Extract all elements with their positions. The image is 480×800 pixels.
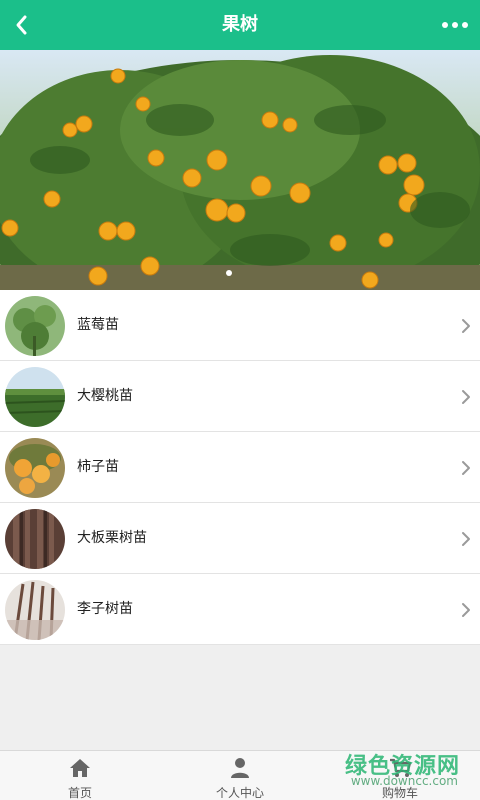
blueberry-seedling-thumbnail [5, 296, 65, 356]
fruit-tree-list: 蓝莓苗 大樱桃苗 柿子苗 大板栗树苗 李子树苗 [0, 290, 480, 645]
tab-label: 个人中心 [215, 786, 264, 800]
chevron-right-icon [462, 390, 470, 404]
site-watermark: 绿色资源网 www.downcc.com [340, 748, 480, 800]
list-item-label: 李子树苗 [77, 601, 133, 617]
list-item[interactable]: 李子树苗 [0, 574, 480, 645]
cherry-orchard-thumbnail [5, 367, 65, 427]
chestnut-seedling-thumbnail [5, 509, 65, 569]
page-title: 果树 [222, 14, 258, 35]
list-item-label: 大板栗树苗 [77, 530, 147, 546]
chevron-right-icon [462, 319, 470, 333]
user-icon [231, 758, 249, 778]
more-dots-icon[interactable] [440, 12, 470, 38]
list-item-label: 大樱桃苗 [77, 388, 133, 404]
list-item[interactable]: 柿子苗 [0, 432, 480, 503]
tab-profile[interactable]: 个人中心 [160, 751, 320, 800]
plum-seedling-thumbnail [5, 580, 65, 640]
chevron-right-icon [462, 532, 470, 546]
carousel-indicator[interactable] [226, 270, 232, 276]
persimmon-thumbnail [5, 438, 65, 498]
list-item-label: 柿子苗 [77, 459, 119, 475]
chevron-right-icon [462, 603, 470, 617]
home-icon [70, 759, 90, 777]
list-item[interactable]: 大板栗树苗 [0, 503, 480, 574]
list-item-label: 蓝莓苗 [77, 317, 119, 333]
orange-tree-image [0, 50, 480, 290]
list-item[interactable]: 蓝莓苗 [0, 290, 480, 361]
chevron-right-icon [462, 461, 470, 475]
watermark-url: www.downcc.com [350, 774, 458, 788]
tab-home[interactable]: 首页 [0, 751, 160, 800]
app-header: 果树 [0, 0, 480, 50]
banner-carousel[interactable] [0, 50, 480, 290]
list-item[interactable]: 大樱桃苗 [0, 361, 480, 432]
tab-label: 首页 [67, 786, 92, 800]
